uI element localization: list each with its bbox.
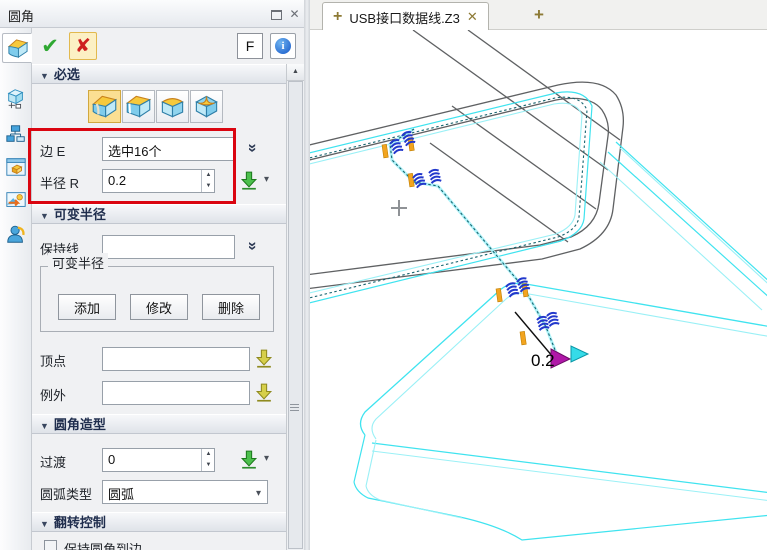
radius-label: 半径 R [40, 173, 79, 192]
info-icon: i [275, 38, 291, 54]
edge-input[interactable]: 选中16个 [102, 137, 235, 161]
wireframe-scene: 0.2 [310, 30, 767, 550]
radius-options-caret-icon[interactable]: ▾ [264, 174, 269, 185]
radius-input[interactable]: 0.2 [102, 169, 215, 193]
sidebar-item-history[interactable] [2, 120, 30, 148]
arc-type-value: 圆弧 [108, 487, 134, 502]
section-header-required[interactable]: ▼必选 [32, 64, 286, 84]
panel-title: 圆角 [8, 6, 34, 25]
keep-line-expand-chevron-icon[interactable]: » [243, 237, 261, 255]
vertex-pick-button[interactable] [254, 348, 274, 368]
fillet-type-corner-button[interactable] [190, 90, 223, 123]
collapse-icon: ▼ [40, 211, 49, 221]
dropdown-caret-icon: ▾ [256, 488, 261, 499]
spin-up-icon[interactable]: ▲ [202, 170, 215, 181]
panel-sidebar [0, 28, 32, 550]
ok-button[interactable]: ✔ [36, 32, 64, 60]
wireframe-cyan-long-edges [600, 142, 767, 310]
section-header-variable-radius[interactable]: ▼可变半径 [32, 204, 286, 224]
history-tree-icon [5, 123, 27, 145]
add-button[interactable]: 添加 [58, 294, 116, 320]
info-button[interactable]: i [270, 33, 296, 59]
panel-titlebar: 圆角 ✕ [0, 0, 308, 28]
radius-dim-label: 0.2 [531, 351, 555, 370]
sidebar-item-datum[interactable] [2, 84, 30, 112]
keep-fillet-checkbox[interactable] [44, 540, 57, 550]
fillet-type-round-button[interactable] [88, 90, 121, 123]
vertex-input[interactable] [102, 347, 250, 371]
section-header-flip-control[interactable]: ▼翻转控制 [32, 512, 286, 532]
crosshair-cursor-icon [391, 200, 407, 216]
spin-down-icon[interactable]: ▼ [202, 181, 215, 192]
new-tab-button[interactable]: + [528, 4, 550, 26]
keep-fillet-checkbox-label: 保持圆角到边 [64, 539, 142, 550]
datum-cube-icon [5, 87, 27, 109]
cancel-button[interactable]: ✘ [69, 32, 97, 60]
view-window-icon [5, 156, 27, 178]
collapse-icon: ▼ [40, 71, 49, 81]
sidebar-item-view-manager[interactable] [2, 153, 30, 181]
fillet-chamfer-icon [125, 93, 152, 120]
transition-label: 过渡 [40, 452, 66, 471]
scrollbar-thumb[interactable] [288, 81, 303, 549]
document-tabbar: + USB接口数据线.Z3 ✕ + [310, 0, 767, 30]
scrollbar-grip-icon [290, 402, 299, 413]
zw3d-window: 圆角 ✕ [0, 0, 767, 550]
transition-input[interactable]: 0 [102, 448, 215, 472]
fillet-corner-icon [193, 93, 220, 120]
collapse-icon: ▼ [40, 519, 49, 529]
fillet-feature-icon [6, 37, 29, 60]
section-header-fillet-shape[interactable]: ▼圆角造型 [32, 414, 286, 434]
wireframe-dark-slab [310, 30, 623, 289]
collapse-icon: ▼ [40, 421, 49, 431]
tab-title: USB接口数据线.Z3 [349, 8, 460, 27]
exception-input[interactable] [102, 381, 250, 405]
fillet-type-vertex-button[interactable] [156, 90, 189, 123]
spin-up-icon[interactable]: ▲ [202, 449, 215, 460]
modify-button[interactable]: 修改 [130, 294, 188, 320]
sidebar-item-render[interactable] [2, 186, 30, 214]
wireframe-cyan-box [354, 283, 767, 540]
fillet-round-icon [91, 93, 118, 120]
cyan-cone-handle[interactable] [571, 346, 588, 362]
panel-close-button[interactable]: ✕ [287, 7, 302, 22]
wireframe-cyan-slab-edges [310, 92, 592, 304]
exception-pick-button[interactable] [254, 382, 274, 402]
viewport-3d[interactable]: 0.2 [310, 30, 767, 550]
user-icon [5, 223, 27, 245]
transition-options-caret-icon[interactable]: ▾ [264, 453, 269, 464]
filter-button[interactable]: F [237, 33, 263, 59]
radius-quick-input-button[interactable] [239, 170, 259, 190]
keep-line-input[interactable] [102, 235, 235, 259]
spin-down-icon[interactable]: ▼ [202, 460, 215, 471]
vertex-label: 顶点 [40, 351, 66, 370]
fillet-type-chamfer-button[interactable] [122, 90, 155, 123]
variable-radius-group-title: 可变半径 [48, 253, 108, 272]
edge-label: 边 E [40, 141, 65, 160]
sidebar-item-fillet[interactable] [2, 33, 32, 63]
transition-quick-input-button[interactable] [239, 449, 259, 469]
tab-usb-document[interactable]: + USB接口数据线.Z3 ✕ [322, 2, 489, 31]
exception-label: 例外 [40, 385, 66, 404]
sidebar-item-user[interactable] [2, 220, 30, 248]
edge-expand-chevron-icon[interactable]: » [243, 139, 261, 157]
edge-markers [382, 131, 559, 345]
arc-type-label: 圆弧类型 [40, 484, 92, 503]
scrollbar-up-button[interactable]: ▲ [287, 64, 304, 81]
image-icon [5, 189, 27, 211]
delete-button[interactable]: 删除 [202, 294, 260, 320]
transition-spinner[interactable]: ▲ ▼ [201, 449, 215, 471]
main-area: + USB接口数据线.Z3 ✕ + [310, 0, 767, 550]
fillet-dialog-panel: 圆角 ✕ [0, 0, 308, 550]
fillet-vertex-icon [159, 93, 186, 120]
radius-spinner[interactable]: ▲ ▼ [201, 170, 215, 192]
arc-type-dropdown[interactable]: 圆弧 ▾ [102, 480, 268, 504]
panel-restore-button[interactable] [269, 7, 284, 22]
tab-close-icon[interactable]: ✕ [467, 9, 478, 25]
tab-plus-icon: + [333, 8, 342, 26]
panel-scrollbar[interactable]: ▲ [286, 64, 304, 550]
